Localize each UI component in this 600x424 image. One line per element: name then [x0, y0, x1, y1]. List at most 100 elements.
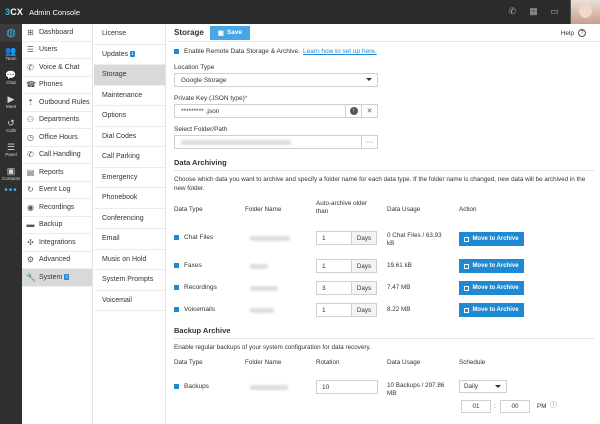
chat-files-checkbox[interactable] [174, 235, 179, 240]
sidebar: ⊞ Dashboard ☰ Users ✆ Voice & Chat ☎ Phones … [22, 24, 93, 424]
col-auto-archive: Auto-archive older than [316, 200, 368, 215]
archive-row-chat-files: Chat Files [174, 234, 213, 241]
sidebar-item-integrations[interactable]: ✣ Integrations [22, 234, 92, 252]
sidebar-item-departments[interactable]: ⚇ Departments [22, 112, 92, 129]
submenu-item-updates[interactable]: Updates 1 [94, 45, 165, 65]
rail-item-meet[interactable]: ▶ Meet [0, 90, 22, 114]
submenu-item-music-on-hold[interactable]: Music on Hold [94, 250, 165, 270]
archive-row-recordings: Recordings [174, 284, 217, 291]
submenu-item-maintenance[interactable]: Maintenance [94, 86, 165, 106]
sidebar-item-reports[interactable]: ▤ Reports [22, 164, 92, 182]
ampm-toggle[interactable]: PM [537, 403, 546, 411]
move-to-archive-button[interactable]: Move to Archive [459, 259, 524, 273]
select-folder-label: Select Folder/Path [174, 126, 228, 133]
more-icon[interactable]: ••• [0, 186, 22, 196]
faxes-checkbox[interactable] [174, 263, 179, 268]
submenu-item-dial-codes[interactable]: Dial Codes [94, 127, 165, 147]
departments-icon: ⚇ [26, 115, 35, 125]
main-header: Storage ▣ Save Help? [168, 24, 600, 42]
calls-icon: ↺ [7, 117, 15, 128]
location-type-select[interactable]: Google Storage [174, 73, 378, 87]
voicemails-checkbox[interactable] [174, 307, 179, 312]
enable-remote-checkbox[interactable] [174, 49, 179, 54]
users-icon: ☰ [26, 45, 35, 55]
app-logo[interactable]: 3CX [5, 7, 23, 17]
submenu-item-conferencing[interactable]: Conferencing [94, 209, 165, 229]
submenu-item-storage[interactable]: Storage [94, 65, 165, 86]
schedule-hour-input[interactable]: 01 [461, 400, 491, 413]
backups-checkbox[interactable] [174, 384, 179, 389]
setup-guide-link[interactable]: Learn how to set up here. [303, 48, 377, 55]
office-hours-icon: ◷ [27, 132, 34, 142]
submenu-item-options[interactable]: Options [94, 106, 165, 127]
days-unit: Days [352, 281, 377, 295]
sidebar-item-backup[interactable]: ▬ Backup [22, 217, 92, 234]
submenu-item-voicemail[interactable]: Voicemail [94, 291, 165, 311]
rotation-input[interactable]: 10 [316, 380, 378, 394]
screen-icon[interactable]: ▭ [549, 6, 560, 17]
grid-icon[interactable]: ▦ [528, 6, 539, 17]
phones-icon: ☎ [26, 80, 36, 90]
location-type-label: Location Type [174, 64, 215, 71]
private-key-field[interactable]: ********* .json ↑ ✕ [174, 104, 378, 118]
event-log-icon: ↻ [27, 185, 34, 195]
backups-usage: 10 Backups / 297.86 MB [387, 382, 445, 397]
rail-item-panel[interactable]: ☰ Panel [0, 138, 22, 162]
sidebar-item-office-hours[interactable]: ◷ Office Hours [22, 129, 92, 147]
chat-files-days-input[interactable]: 1 [316, 231, 352, 245]
submenu-item-emergency[interactable]: Emergency [94, 168, 165, 188]
move-to-archive-button[interactable]: Move to Archive [459, 303, 524, 317]
recordings-days-input[interactable]: 3 [316, 281, 352, 295]
move-to-archive-button[interactable]: Move to Archive [459, 281, 524, 295]
folder-name-redacted [250, 308, 274, 313]
faxes-days-input[interactable]: 1 [316, 259, 352, 273]
col-folder-name: Folder Name [245, 206, 282, 213]
sidebar-item-voice-chat[interactable]: ✆ Voice & Chat [22, 59, 92, 77]
sidebar-item-system[interactable]: 🔧 System 2 [22, 269, 92, 287]
backup-archive-description: Enable regular backups of your system co… [174, 344, 371, 351]
submenu-item-phonebook[interactable]: Phonebook [94, 188, 165, 209]
sidebar-item-dashboard[interactable]: ⊞ Dashboard [22, 24, 92, 42]
voicemails-days-input[interactable]: 1 [316, 303, 352, 317]
chevron-down-icon [366, 78, 372, 81]
sidebar-item-call-handling[interactable]: ✆ Call Handling [22, 147, 92, 164]
archive-row-voicemails: Voicemails [174, 306, 215, 313]
avatar[interactable] [570, 0, 600, 24]
sidebar-item-event-log[interactable]: ↻ Event Log [22, 182, 92, 199]
voice-chat-icon: ✆ [27, 62, 34, 72]
sidebar-item-recordings[interactable]: ◉ Recordings [22, 199, 92, 217]
submenu-item-system-prompts[interactable]: System Prompts [94, 270, 165, 291]
sidebar-item-advanced[interactable]: ⚙ Advanced [22, 252, 92, 269]
phone-icon[interactable]: ✆ [507, 6, 518, 17]
col-schedule: Schedule [459, 359, 486, 366]
team-icon: 👥 [5, 45, 17, 56]
time-separator: : [494, 403, 496, 410]
folder-path-field[interactable]: ··· [174, 135, 378, 149]
data-archiving-description: Choose which data you want to archive an… [174, 176, 586, 192]
save-button[interactable]: ▣ Save [209, 25, 251, 40]
schedule-select[interactable]: Daily [459, 380, 507, 393]
info-icon[interactable]: ⓘ [550, 402, 557, 410]
rail-item-contacts[interactable]: ▣ Contacts [0, 162, 22, 186]
sidebar-item-outbound-rules[interactable]: ⇡ Outbound Rules [22, 94, 92, 112]
browse-folder-button[interactable]: ··· [361, 135, 377, 149]
rail-item-home[interactable]: ◍ [0, 24, 22, 42]
main-content: Storage ▣ Save Help? Enable Remote Data S… [168, 24, 600, 424]
icon-rail: ◍ 👥 Team 💬 Chat ▶ Meet ↺ Calls ☰ Panel ▣ Conta… [0, 24, 22, 424]
rail-item-team[interactable]: 👥 Team [0, 42, 22, 66]
rail-item-calls[interactable]: ↺ Calls [0, 114, 22, 138]
help-link[interactable]: Help? [561, 29, 586, 37]
sidebar-item-users[interactable]: ☰ Users [22, 42, 92, 59]
rail-item-chat[interactable]: 💬 Chat [0, 66, 22, 90]
schedule-minute-input[interactable]: 00 [500, 400, 530, 413]
submenu-item-email[interactable]: Email [94, 229, 165, 250]
submenu-item-call-parking[interactable]: Call Parking [94, 147, 165, 168]
outbound-rules-icon: ⇡ [27, 97, 34, 107]
col-folder-name: Folder Name [245, 359, 282, 366]
sidebar-item-phones[interactable]: ☎ Phones [22, 77, 92, 94]
clear-key-button[interactable]: ✕ [361, 104, 377, 118]
upload-key-button[interactable]: ↑ [345, 104, 361, 118]
move-to-archive-button[interactable]: Move to Archive [459, 232, 524, 246]
recordings-checkbox[interactable] [174, 285, 179, 290]
submenu-item-license[interactable]: License [94, 24, 165, 45]
